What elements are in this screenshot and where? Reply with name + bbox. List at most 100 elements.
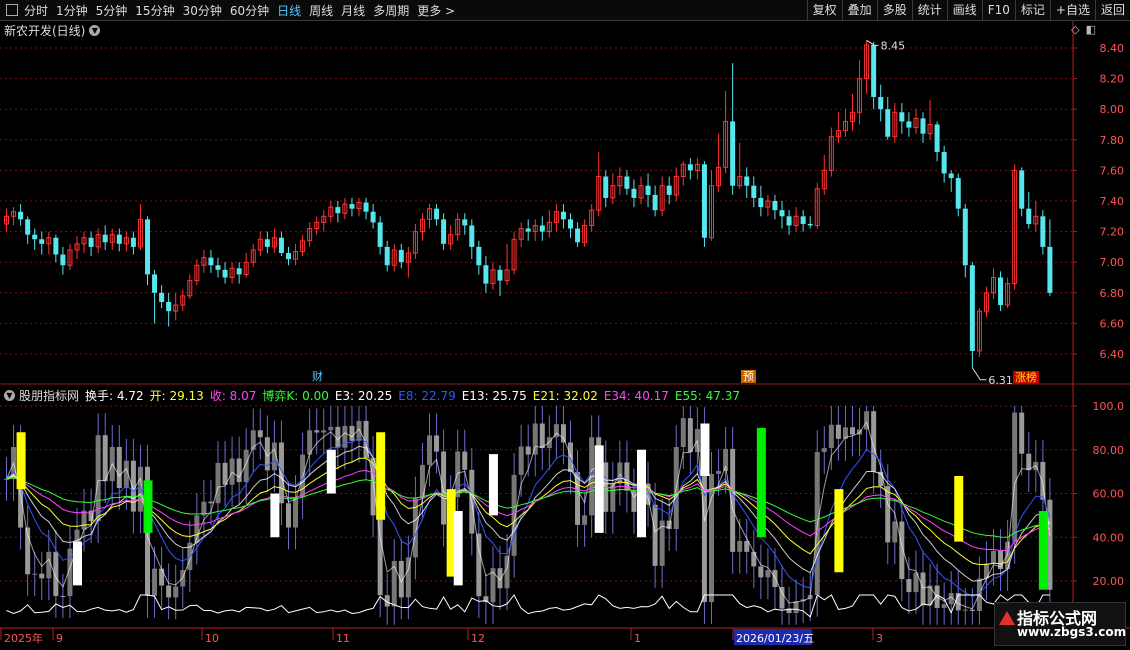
candle-body-down xyxy=(384,246,390,266)
indicator-item-9: E55: 47.37 xyxy=(674,389,740,403)
signal-bar xyxy=(376,432,386,520)
candle-body-down xyxy=(772,201,778,211)
indicator-item-5: E8: 22.79 xyxy=(398,389,456,403)
candle-body-down xyxy=(377,222,383,247)
osc-body xyxy=(159,568,165,586)
candle-body-down xyxy=(236,268,242,275)
stock-title: 新农开发(日线) xyxy=(4,24,86,38)
sub-y-tick-label: 100.0 xyxy=(1093,400,1125,413)
osc-body xyxy=(906,579,912,593)
indicator-item-6: E13: 25.75 xyxy=(461,389,527,403)
osc-body xyxy=(321,430,327,433)
candle-body-down xyxy=(130,237,136,247)
signal-bar xyxy=(270,493,280,538)
osc-body xyxy=(476,533,482,597)
kline-chart[interactable]: 8.40 8.20 8.00 7.80 7.60 7.40 7.20 7.00 6.80 6.60… xyxy=(0,0,1130,650)
candle-body-down xyxy=(363,202,369,212)
osc-body xyxy=(758,566,764,578)
candle-body-down xyxy=(441,219,447,244)
indicator-name[interactable]: 股朋指标网 xyxy=(19,387,79,404)
candle-body-down xyxy=(941,152,947,174)
osc-body xyxy=(286,503,291,528)
osc-body xyxy=(560,424,566,443)
candle-body-down xyxy=(215,265,221,270)
candle-body-down xyxy=(969,265,975,351)
osc-body xyxy=(173,586,179,598)
candle-body-down xyxy=(871,44,877,97)
candle-body-down xyxy=(568,219,573,229)
candle-body-down xyxy=(1047,246,1053,293)
candle-body-down xyxy=(102,234,108,243)
osc-body xyxy=(652,504,658,566)
osc-body xyxy=(434,435,440,452)
x-axis-label: 11 xyxy=(336,632,350,645)
limit-up-badge[interactable]: 涨榜 xyxy=(1013,371,1039,384)
candle-body-down xyxy=(645,185,651,195)
candle-body-down xyxy=(462,219,468,226)
main-y-tick-label: 8.40 xyxy=(1100,42,1125,55)
candle-body-down xyxy=(483,265,489,284)
osc-body xyxy=(969,609,975,611)
panel-toggle-icon[interactable]: ◧ xyxy=(1086,23,1096,36)
candle-body-down xyxy=(53,237,59,255)
osc-body xyxy=(828,424,834,449)
candle-body-down xyxy=(666,185,672,195)
candle-body-down xyxy=(603,176,609,198)
chevron-down-icon[interactable]: ▼ xyxy=(89,25,101,36)
chart-corner-icons: ◇ ◧ xyxy=(1071,23,1096,36)
candle-body-down xyxy=(497,269,503,281)
candle-body-down xyxy=(899,112,905,122)
osc-body xyxy=(709,473,714,603)
candle-body-down xyxy=(434,208,440,220)
osc-body xyxy=(821,448,827,453)
osc-body xyxy=(257,430,263,438)
osc-body xyxy=(441,451,447,525)
candle-body-down xyxy=(278,237,284,254)
candle-body-down xyxy=(525,228,531,232)
candle-body-down xyxy=(758,197,764,208)
candle-body-down xyxy=(948,173,954,179)
osc-body xyxy=(617,462,623,484)
indicator-values: 换手: 4.72 开: 29.13 收: 8.07 博弈K: 0.00 E3: 20.2… xyxy=(85,387,746,404)
signal-bar xyxy=(700,423,710,476)
osc-body xyxy=(60,595,66,597)
signal-bar xyxy=(143,480,153,533)
indicator-item-2: 收: 8.07 xyxy=(209,389,257,403)
turnover-line xyxy=(6,594,1050,618)
x-axis-label: 12 xyxy=(471,632,485,645)
osc-body xyxy=(166,585,172,598)
forecast-badge[interactable]: 预 xyxy=(741,370,756,383)
osc-body xyxy=(215,462,221,504)
osc-body xyxy=(349,425,355,441)
osc-body xyxy=(835,424,841,439)
candle-body-down xyxy=(286,253,291,260)
osc-body xyxy=(102,435,108,482)
low-price-label: 6.31 xyxy=(988,374,1013,387)
signal-bar xyxy=(326,449,336,494)
candle-body-down xyxy=(18,211,24,220)
indicator-item-7: E21: 32.02 xyxy=(532,389,598,403)
osc-body xyxy=(427,435,432,465)
candle-body-down xyxy=(575,228,581,243)
finance-badge[interactable]: 财 xyxy=(310,370,325,383)
candle-body-down xyxy=(222,269,228,278)
candle-body-down xyxy=(906,121,912,128)
osc-body xyxy=(582,515,588,525)
osc-body xyxy=(518,446,524,475)
main-y-tick-label: 7.40 xyxy=(1100,195,1125,208)
candle-body-down xyxy=(652,194,658,211)
candle-body-down xyxy=(398,249,404,263)
sub-y-tick-label: 60.00 xyxy=(1093,488,1125,501)
candle-body-down xyxy=(88,237,94,247)
chevron-down-icon[interactable]: ▼ xyxy=(4,390,15,401)
osc-body xyxy=(539,423,545,449)
indicator-item-3: 博弈K: 0.00 xyxy=(262,389,329,403)
candle-body-down xyxy=(32,234,38,240)
candle-body-down xyxy=(159,292,165,302)
osc-body xyxy=(532,423,538,455)
x-axis-label: 1 xyxy=(634,632,641,645)
candle-body-down xyxy=(25,219,31,235)
diamond-icon[interactable]: ◇ xyxy=(1071,23,1079,36)
candle-body-down xyxy=(370,211,376,223)
signal-bar xyxy=(954,476,964,542)
